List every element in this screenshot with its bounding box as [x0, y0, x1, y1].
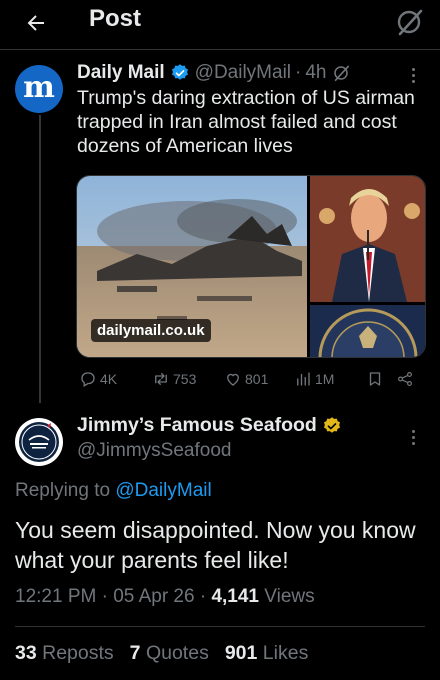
jimmys-avatar[interactable] — [15, 418, 63, 466]
reposts-count: 33 — [15, 642, 37, 664]
author-handle[interactable]: @DailyMail — [195, 62, 291, 84]
reposts-stat[interactable]: 33 Reposts — [15, 642, 114, 665]
quotes-count: 7 — [129, 642, 141, 664]
tweet-actions: 4K 753 801 1M — [76, 370, 426, 392]
page-title: Post — [89, 5, 142, 32]
views-count: 1M — [315, 371, 335, 387]
share-icon — [398, 372, 412, 386]
views-button[interactable]: 1M — [294, 370, 334, 388]
gold-verified-badge-icon — [323, 416, 340, 433]
reposts-label: Reposts — [42, 642, 114, 664]
avatar-letter: m — [23, 69, 55, 105]
reply-icon — [81, 372, 95, 387]
arrow-left-icon — [27, 15, 44, 31]
reply-count: 4K — [100, 371, 118, 387]
back-button[interactable] — [22, 9, 50, 37]
verified-badge-icon — [171, 64, 188, 80]
likes-count: 901 — [224, 642, 258, 664]
author-name[interactable]: Daily Mail — [77, 62, 165, 84]
grok-icon[interactable] — [394, 7, 424, 37]
media-source-label: dailymail.co.uk — [91, 319, 211, 342]
tweet-header: Daily Mail @DailyMail · 4h — [77, 61, 350, 85]
reply-stats: 33 Reposts 7 Quotes 901 Likes — [15, 642, 324, 665]
reply-author-handle[interactable]: @JimmysSeafood — [77, 440, 231, 462]
views-chart-icon — [297, 372, 310, 386]
more-options-icon[interactable] — [403, 425, 423, 449]
bookmark-icon — [369, 372, 381, 386]
bookmark-button[interactable] — [366, 370, 387, 388]
like-count: 801 — [245, 371, 269, 387]
tweet-text: Trump's daring extraction of US airman t… — [77, 87, 415, 157]
grok-icon[interactable] — [332, 64, 350, 82]
quotes-label: Quotes — [145, 642, 209, 664]
thread-connector — [39, 115, 41, 403]
views-label: Views — [264, 586, 315, 607]
replying-prefix: Replying to — [15, 480, 111, 501]
separator-dot: · — [101, 586, 108, 607]
share-button[interactable] — [396, 370, 417, 388]
reply-time[interactable]: 12:21 PM — [15, 586, 96, 607]
tweet-media[interactable]: dailymail.co.uk — [76, 175, 426, 358]
top-bar: Post — [0, 0, 440, 50]
quotes-stat[interactable]: 7 Quotes — [130, 642, 209, 665]
reply-button[interactable]: 4K — [79, 370, 117, 388]
more-options-icon[interactable] — [403, 63, 423, 87]
separator-dot: · — [199, 586, 207, 607]
replying-to-link[interactable]: @DailyMail — [115, 480, 211, 501]
repost-button[interactable]: 753 — [152, 370, 196, 388]
repost-icon — [155, 373, 167, 385]
dailymail-avatar[interactable]: m — [15, 65, 63, 113]
reply-author-row: Jimmy’s Famous Seafood — [77, 414, 347, 437]
likes-stat[interactable]: 901 Likes — [225, 642, 309, 665]
likes-label: Likes — [262, 642, 309, 664]
reply-text: You seem disappointed. Now you know what… — [15, 517, 416, 573]
separator-dot: · — [295, 62, 302, 83]
jimmys-logo-icon — [19, 422, 59, 462]
like-button[interactable]: 801 — [224, 370, 268, 388]
reply-author-name[interactable]: Jimmy’s Famous Seafood — [77, 414, 317, 437]
tweet-time[interactable]: 4h — [305, 62, 326, 84]
views-count[interactable]: 4,141 — [211, 586, 259, 607]
reply-meta: 12:21 PM · 05 Apr 26 · 4,141 Views — [15, 586, 315, 608]
replying-to-line: Replying to @DailyMail — [15, 480, 212, 502]
divider — [15, 626, 425, 627]
reply-date[interactable]: 05 Apr 26 — [113, 586, 194, 607]
heart-icon — [227, 373, 239, 386]
repost-count: 753 — [173, 371, 197, 387]
